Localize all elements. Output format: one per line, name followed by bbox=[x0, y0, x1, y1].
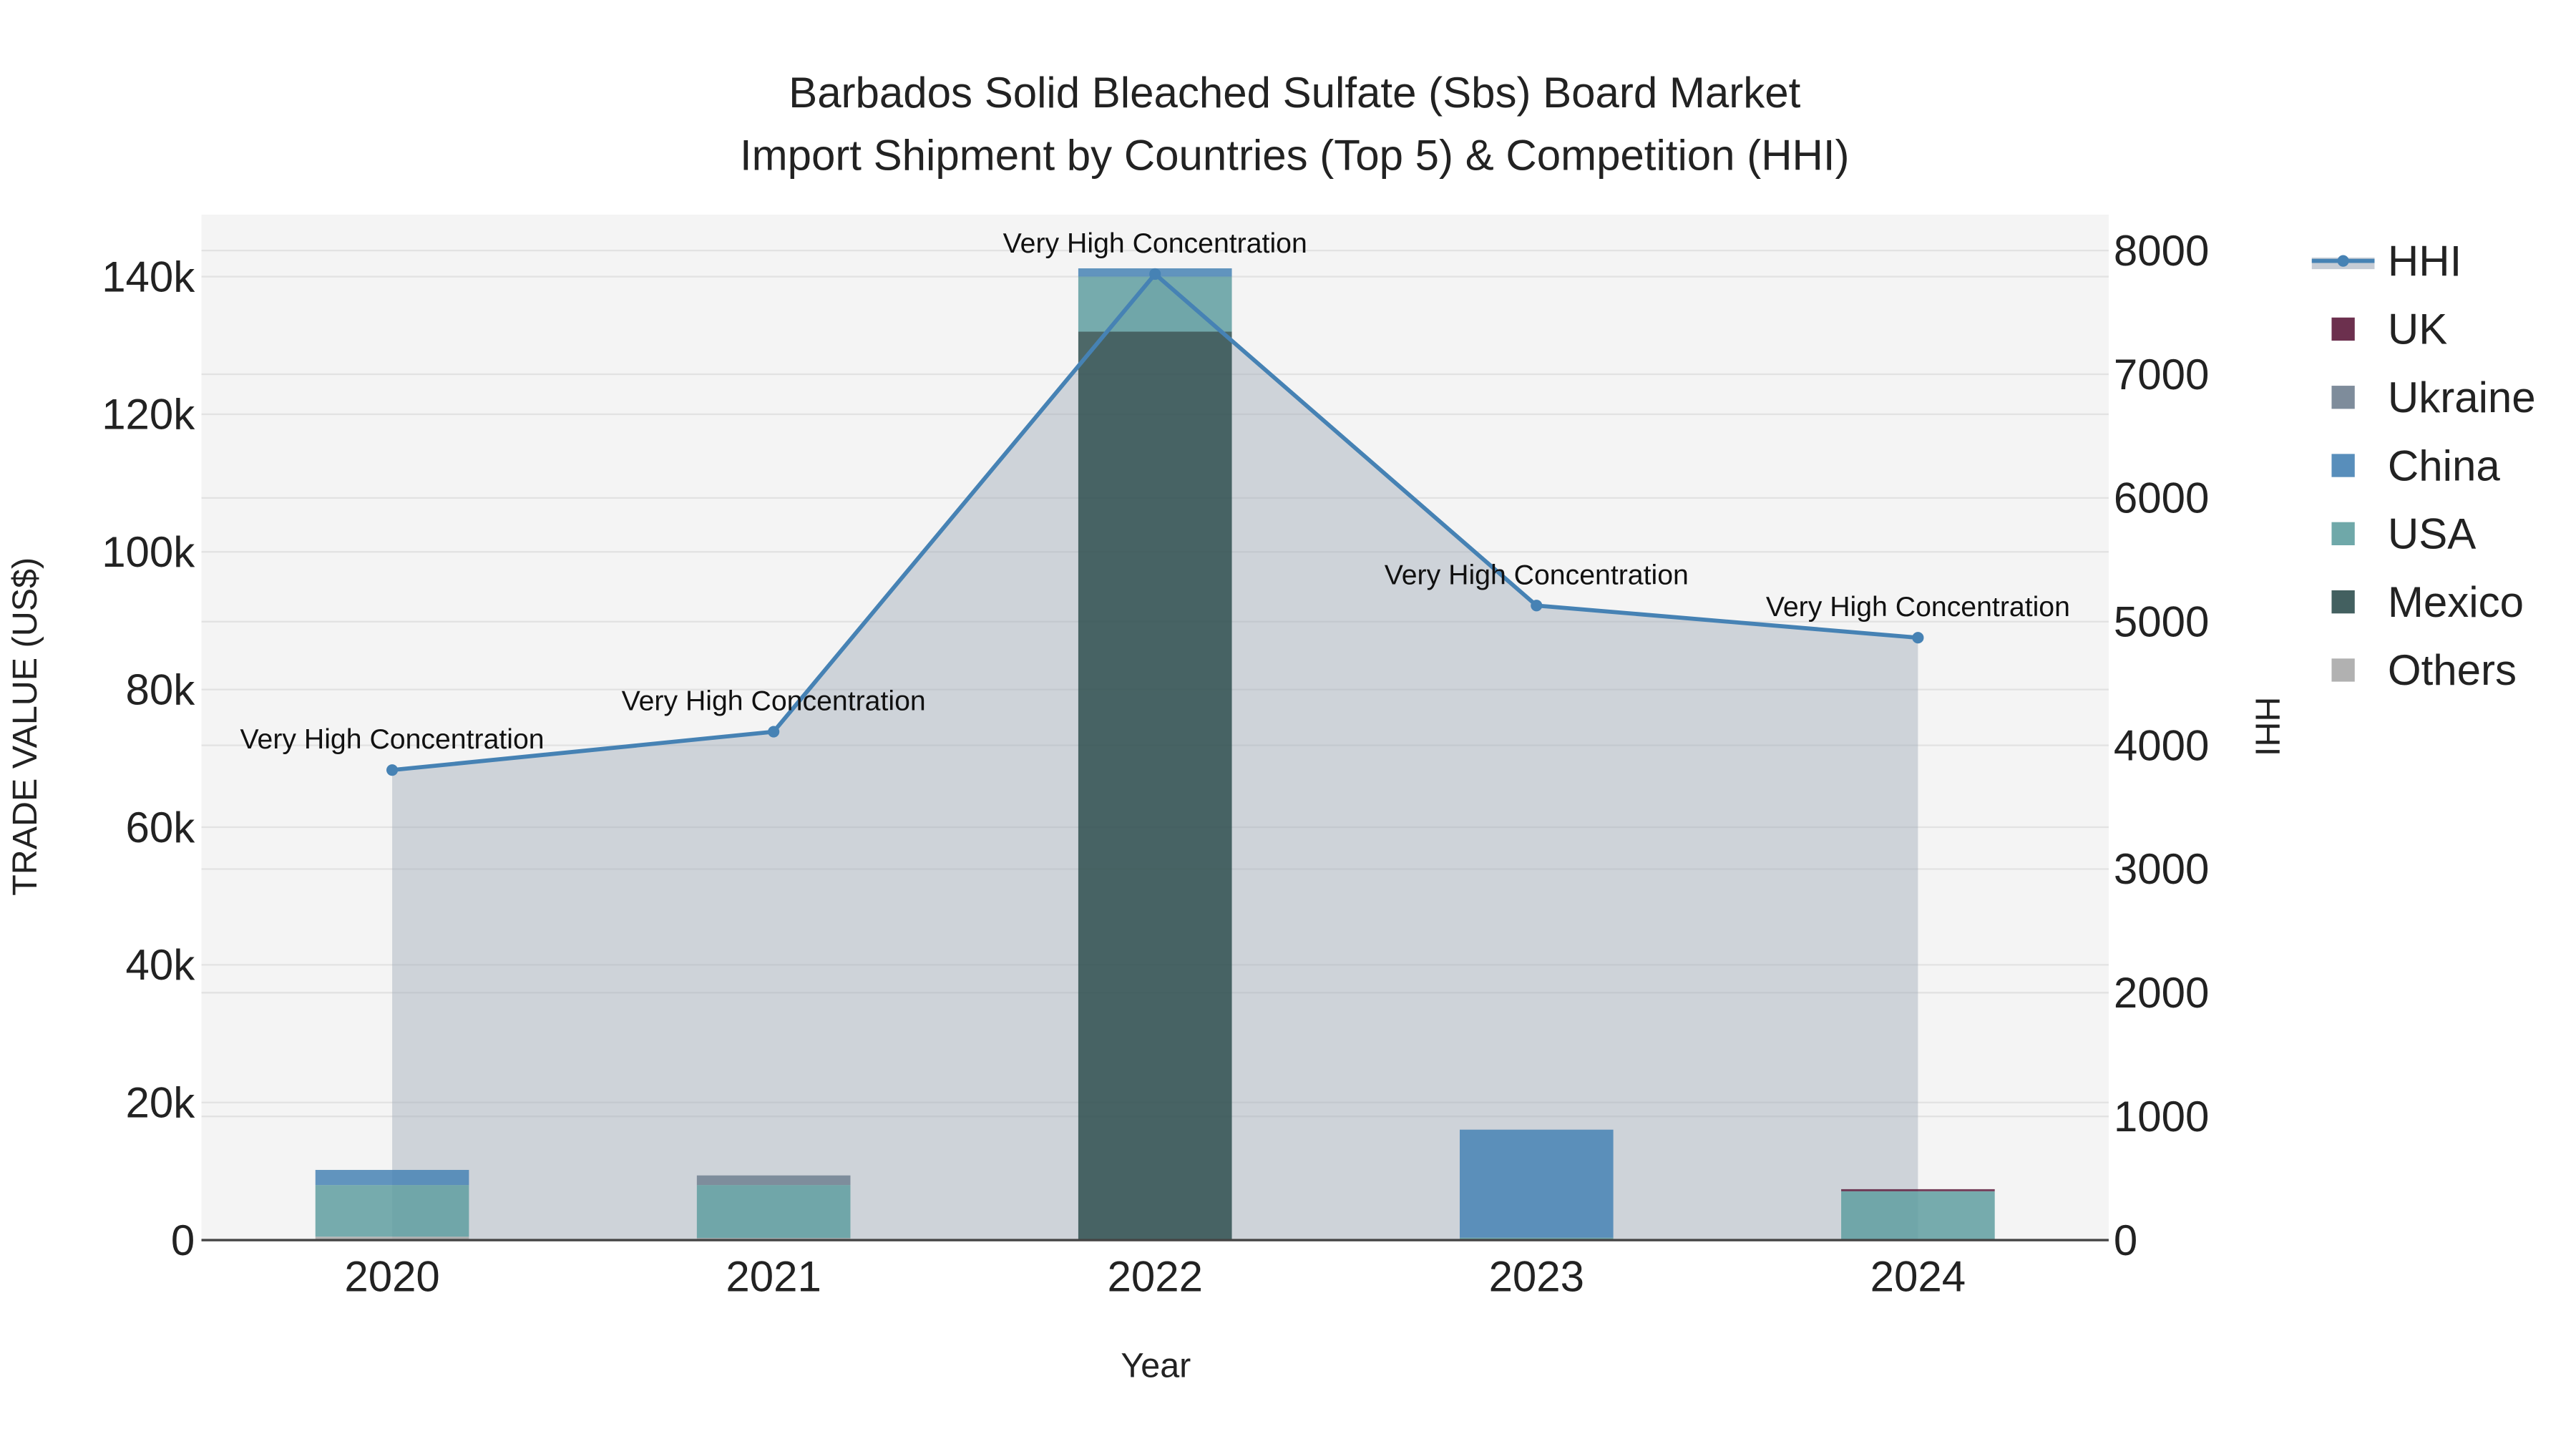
y-tick-label: 120k bbox=[102, 391, 195, 439]
legend-item-china: China bbox=[2331, 441, 2500, 489]
y-tick-label: 60k bbox=[126, 804, 196, 852]
y-tick-label: 40k bbox=[126, 941, 196, 989]
y2-tick-label: 5000 bbox=[2114, 598, 2209, 646]
y2-tick-label: 2000 bbox=[2114, 969, 2209, 1017]
x-tick-label: 2023 bbox=[1489, 1253, 1584, 1301]
y2-tick-label: 0 bbox=[2114, 1216, 2137, 1264]
y2-axis-ticks: 0 1000 2000 3000 4000 5000 6000 7000 8000 bbox=[2114, 227, 2209, 1264]
x-axis-ticks: 2020 2021 2022 2023 2024 bbox=[344, 1253, 1966, 1301]
y2-tick-label: 3000 bbox=[2114, 845, 2209, 893]
legend-item-uk: UK bbox=[2331, 306, 2447, 353]
y-tick-label: 140k bbox=[102, 253, 195, 301]
legend-item-hhi: HHI bbox=[2311, 237, 2462, 285]
bar-usa-2021 bbox=[696, 1185, 851, 1239]
y2-tick-label: 1000 bbox=[2114, 1093, 2209, 1141]
bar-uk-2024 bbox=[1841, 1189, 1995, 1191]
legend-swatch-uk bbox=[2331, 317, 2355, 341]
hhi-annotation: Very High Concentration bbox=[240, 723, 545, 755]
legend-label: Others bbox=[2388, 646, 2517, 694]
legend-label: USA bbox=[2388, 510, 2476, 558]
bar-china-2023 bbox=[1460, 1129, 1614, 1238]
y-tick-label: 20k bbox=[126, 1078, 196, 1126]
legend-hhi-marker bbox=[2337, 255, 2349, 267]
hhi-annotation: Very High Concentration bbox=[1385, 559, 1689, 590]
hhi-point-2021 bbox=[768, 726, 780, 738]
y-tick-label: 0 bbox=[171, 1216, 195, 1264]
legend-item-others: Others bbox=[2331, 646, 2517, 694]
legend-item-usa: USA bbox=[2331, 510, 2476, 558]
y2-tick-label: 4000 bbox=[2114, 721, 2209, 769]
hhi-point-2020 bbox=[386, 764, 399, 776]
legend-label: Mexico bbox=[2388, 578, 2524, 626]
y-axis-title: TRADE VALUE (US$) bbox=[6, 557, 44, 896]
chart-title-line2: Import Shipment by Countries (Top 5) & C… bbox=[740, 132, 1850, 180]
legend-label: Ukraine bbox=[2388, 374, 2536, 421]
legend-swatch-mexico bbox=[2331, 590, 2355, 614]
hhi-point-2022 bbox=[1149, 268, 1161, 280]
y2-tick-label: 7000 bbox=[2114, 351, 2209, 399]
legend: HHI UK Ukraine China USA Mexico Others bbox=[2311, 237, 2536, 694]
hhi-annotation: Very High Concentration bbox=[622, 686, 926, 717]
y-tick-label: 80k bbox=[126, 665, 196, 713]
chart-title-line1: Barbados Solid Bleached Sulfate (Sbs) Bo… bbox=[789, 69, 1800, 117]
legend-label: China bbox=[2388, 441, 2500, 489]
x-axis-title: Year bbox=[1121, 1347, 1191, 1385]
legend-swatch-china bbox=[2331, 454, 2355, 477]
x-tick-label: 2024 bbox=[1870, 1253, 1966, 1301]
x-tick-label: 2020 bbox=[344, 1253, 439, 1301]
hhi-point-2023 bbox=[1531, 600, 1543, 612]
legend-swatch-others bbox=[2331, 658, 2355, 682]
bar-mexico-2022 bbox=[1078, 331, 1232, 1241]
bar-usa-2020 bbox=[315, 1185, 469, 1237]
legend-swatch-ukraine bbox=[2331, 386, 2355, 409]
hhi-point-2024 bbox=[1912, 632, 1924, 644]
hhi-annotation: Very High Concentration bbox=[1003, 228, 1307, 259]
y2-tick-label: 6000 bbox=[2114, 474, 2209, 522]
y2-axis-title: HHI bbox=[2248, 697, 2286, 756]
x-tick-label: 2021 bbox=[726, 1253, 821, 1301]
y-tick-label: 100k bbox=[102, 528, 195, 576]
hhi-annotation: Very High Concentration bbox=[1766, 591, 2070, 623]
y-axis-ticks: 0 20k 40k 60k 80k 100k 120k 140k bbox=[102, 253, 195, 1264]
x-tick-label: 2022 bbox=[1107, 1253, 1202, 1301]
legend-swatch-usa bbox=[2331, 522, 2355, 545]
legend-item-ukraine: Ukraine bbox=[2331, 374, 2536, 421]
bar-ukraine-2021 bbox=[696, 1175, 851, 1186]
y2-tick-label: 8000 bbox=[2114, 227, 2209, 275]
bar-usa-2024 bbox=[1841, 1191, 1995, 1241]
legend-item-mexico: Mexico bbox=[2331, 578, 2524, 626]
bar-china-2020 bbox=[315, 1169, 469, 1186]
legend-label: HHI bbox=[2388, 237, 2462, 285]
legend-label: UK bbox=[2388, 306, 2447, 353]
chart: 0 20k 40k 60k 80k 100k 120k 140k 0 1000 2000 3000 4… bbox=[6, 69, 2536, 1385]
